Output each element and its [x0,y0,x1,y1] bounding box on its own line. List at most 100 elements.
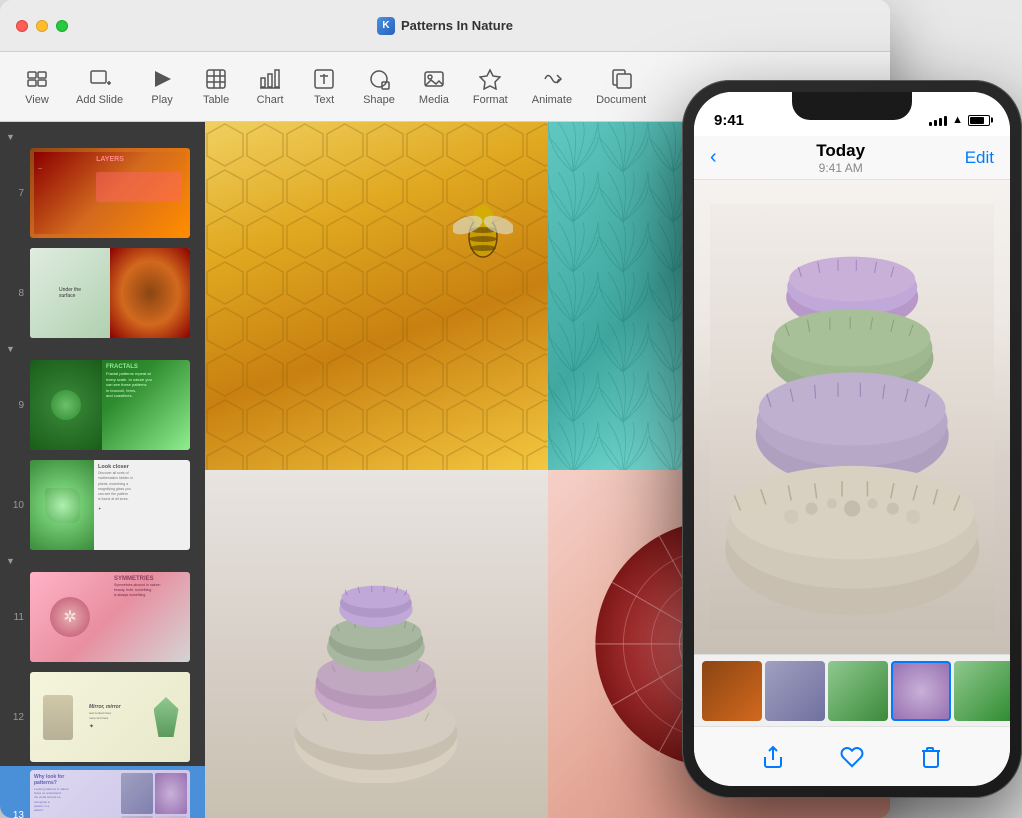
nav-back-button[interactable]: ‹ [710,146,717,169]
strip-thumb-3[interactable] [828,661,888,721]
slide-7-thumbnail: LAYERS — [30,148,190,238]
nav-title: Today [816,141,865,161]
canvas-cell-urchin-stack [205,470,548,818]
toolbar-item-format[interactable]: Format [463,62,518,112]
format-icon [479,68,501,90]
iphone-screen: 9:41 ▲ ‹ [694,92,1010,786]
strip-thumb-2[interactable] [765,661,825,721]
bee-shape [453,192,513,272]
iphone-photo-view [694,180,1010,654]
slide-item-7[interactable]: 7 LAYERS — [0,144,205,242]
play-icon [151,68,173,90]
iphone-thumb-strip [694,654,1010,726]
iphone-nav-bar: ‹ Today 9:41 AM Edit [694,136,1010,180]
back-chevron-icon: ‹ [710,146,717,169]
view-icon [26,68,48,90]
heart-button[interactable] [840,745,864,769]
signal-bar-4 [944,116,947,126]
slide-thumb-8: Under thesurface [30,248,190,338]
heart-icon [840,745,864,769]
toolbar-item-media[interactable]: Media [409,62,459,112]
animate-icon [541,68,563,90]
add-slide-label: Add Slide [76,94,123,106]
chart-label: Chart [257,94,284,106]
bee-honeycomb-bg [205,122,548,470]
iphone-status-bar: 9:41 ▲ [694,92,1010,136]
slide-group-11: ▼ 11 ✲ SYMMETRIES S [0,554,205,666]
battery-fill [970,117,984,124]
strip-thumb-1[interactable] [702,661,762,721]
share-button[interactable] [761,745,785,769]
play-label: Play [151,94,172,106]
share-icon [761,745,785,769]
strip-thumb-5[interactable] [954,661,1010,721]
edit-label: Edit [965,148,994,167]
close-button[interactable] [16,20,28,32]
signal-bar-1 [929,122,932,126]
text-icon [313,68,335,90]
battery-icon [968,115,990,126]
trash-icon [919,745,943,769]
slide-number-13: 13 [8,810,24,818]
slide-panel: ▼ 7 LAYERS — [0,122,205,818]
slide-item-12[interactable]: 12 Mirror, mirror text content heremore … [0,668,205,766]
document-label: Document [596,94,646,106]
group-arrow-11: ▼ [6,556,15,566]
slide-group-header-9: ▼ [0,342,205,356]
titlebar: K Patterns In Nature [0,0,890,52]
group-arrow-9: ▼ [6,344,15,354]
slide-group-header-7: ▼ [0,130,205,144]
toolbar-item-add-slide[interactable]: Add Slide [66,62,133,112]
urchin-stack-canvas [205,470,548,818]
media-icon [423,68,445,90]
slide-number-9: 9 [8,400,24,411]
status-time: 9:41 [714,112,744,129]
signal-bar-2 [934,120,937,126]
signal-bar-3 [939,118,942,126]
slide-item-11[interactable]: 11 ✲ SYMMETRIES Symmetries abound in nat… [0,568,205,666]
window-controls [16,20,68,32]
media-label: Media [419,94,449,106]
nav-edit-button[interactable]: Edit [965,148,994,168]
slide-item-9[interactable]: 9 FRACTALS Fractal patterns repeat ateve… [0,356,205,454]
slide-group-9: ▼ 9 FRACTALS Fractal patterns repeat ate… [0,342,205,454]
maximize-button[interactable] [56,20,68,32]
toolbar-item-text[interactable]: Text [299,62,349,112]
iphone-urchin-stack-svg [710,192,994,642]
table-icon [205,68,227,90]
chart-icon [259,68,281,90]
signal-bars [929,114,947,126]
iphone-bottom-bar [694,726,1010,786]
toolbar-item-table[interactable]: Table [191,62,241,112]
keynote-app-icon: K [377,17,395,35]
slide-thumb-13: Why look forpatterns? Looking patterns i… [30,770,190,818]
trash-button[interactable] [919,745,943,769]
slide-thumb-9: FRACTALS Fractal patterns repeat atevery… [30,360,190,450]
toolbar-item-shape[interactable]: Shape [353,62,405,112]
bee-svg [453,192,513,272]
slide-thumb-7: LAYERS — [30,148,190,238]
slide-thumb-10: Look closer Discover all sorts ofmathema… [30,460,190,550]
slide-item-8[interactable]: 8 Under thesurface [0,244,205,342]
view-label: View [25,94,49,106]
toolbar-item-view[interactable]: View [12,62,62,112]
text-label: Text [314,94,334,106]
slide-number-12: 12 [8,712,24,723]
table-label: Table [203,94,229,106]
toolbar-item-play[interactable]: Play [137,62,187,112]
add-slide-icon [89,68,111,90]
toolbar-item-chart[interactable]: Chart [245,62,295,112]
document-icon [610,68,632,90]
minimize-button[interactable] [36,20,48,32]
iphone-device: 9:41 ▲ ‹ [682,80,1022,798]
slide-number-7: 7 [8,188,24,199]
strip-thumb-4[interactable] [891,661,951,721]
slide-item-10[interactable]: 10 Look closer Discover all sorts ofmath… [0,456,205,554]
slide-item-13[interactable]: 13 Why look forpatterns? Looking pattern… [0,766,205,818]
group-arrow-7: ▼ [6,132,15,142]
app-title: Patterns In Nature [401,18,513,33]
toolbar-item-animate[interactable]: Animate [522,62,582,112]
toolbar-item-document[interactable]: Document [586,62,656,112]
slide-number-10: 10 [8,500,24,511]
iphone-frame: 9:41 ▲ ‹ [682,80,1022,798]
